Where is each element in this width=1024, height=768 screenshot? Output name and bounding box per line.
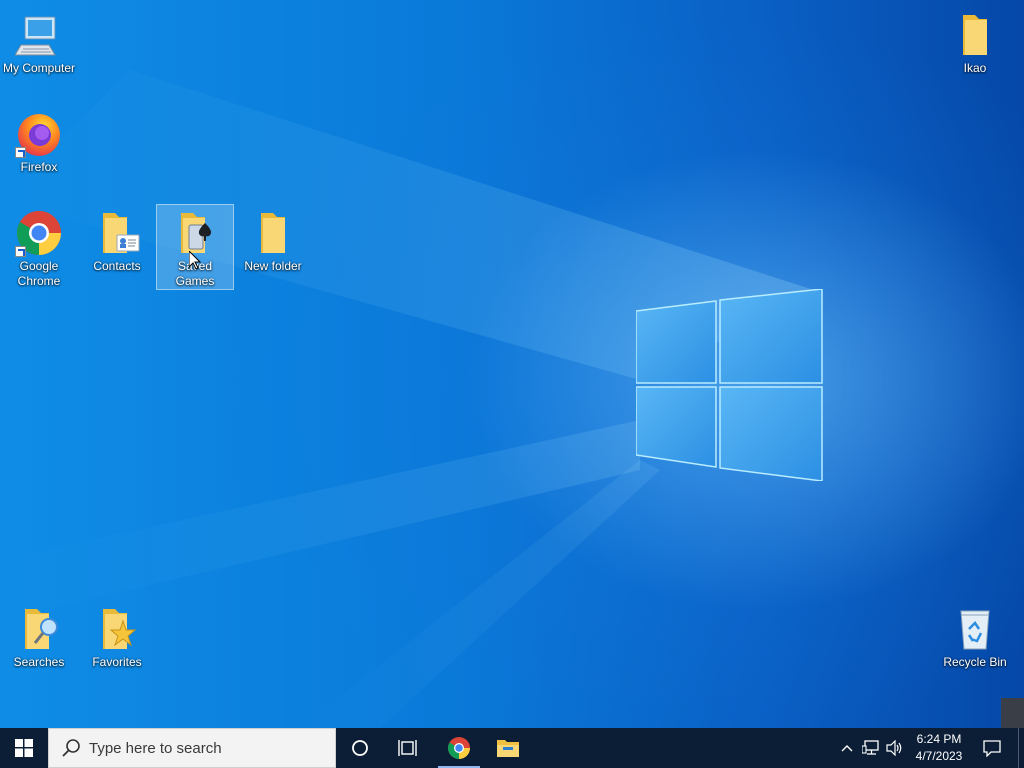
- notification-icon: [983, 740, 1001, 757]
- computer-icon: [14, 11, 63, 59]
- show-desktop-button[interactable]: [1018, 728, 1024, 768]
- shortcut-arrow-icon: [15, 147, 26, 158]
- mouse-cursor-icon: [189, 251, 201, 270]
- contacts-folder-icon: [93, 209, 141, 257]
- network-button[interactable]: [860, 728, 882, 768]
- desktop-icon-recycle-bin[interactable]: Recycle Bin: [936, 600, 1014, 671]
- network-icon: [862, 740, 879, 755]
- chrome-icon: [15, 209, 63, 257]
- cortana-icon: [352, 740, 368, 756]
- task-view-button[interactable]: [388, 728, 428, 768]
- taskbar-search-box[interactable]: Type here to search: [48, 728, 336, 768]
- desktop-icon-ikao[interactable]: Ikao: [936, 6, 1014, 77]
- folder-icon: [951, 11, 999, 59]
- desktop-icon-favorites[interactable]: Favorites: [78, 600, 156, 671]
- firefox-icon: [15, 110, 63, 158]
- desktop-icon-label: Firefox: [20, 160, 58, 174]
- desktop-icon-saved-games[interactable]: Saved Games: [156, 204, 234, 290]
- clock-time: 6:24 PM: [916, 732, 962, 746]
- chevron-up-icon: [841, 745, 853, 752]
- clock-date: 4/7/2023: [915, 749, 963, 763]
- start-icon: [15, 739, 33, 757]
- volume-icon: [886, 740, 902, 756]
- search-placeholder: Type here to search: [89, 739, 222, 757]
- file-explorer-icon: [497, 740, 519, 757]
- desktop-icon-contacts[interactable]: Contacts: [78, 204, 156, 275]
- desktop[interactable]: My Computer Firefox Google Chrome Contac…: [0, 0, 1024, 728]
- chrome-icon: [448, 737, 470, 759]
- windows-logo-wallpaper: [636, 289, 823, 481]
- recycle-bin-icon: [951, 605, 999, 653]
- taskbar-file-explorer-button[interactable]: [486, 728, 530, 768]
- volume-button[interactable]: [884, 728, 906, 768]
- desktop-icon-label: Contacts: [93, 259, 141, 273]
- cortana-button[interactable]: [340, 728, 380, 768]
- desktop-icon-label: My Computer: [2, 61, 76, 75]
- saved-games-folder-icon: [171, 209, 219, 257]
- desktop-icon-my-computer[interactable]: My Computer: [0, 6, 78, 77]
- show-hidden-icons-button[interactable]: [838, 728, 856, 768]
- search-icon: [62, 739, 80, 757]
- start-button[interactable]: [0, 728, 48, 768]
- folder-icon: [249, 209, 297, 257]
- desktop-icon-searches[interactable]: Searches: [0, 600, 78, 671]
- task-view-icon: [398, 740, 417, 756]
- desktop-icon-label: Searches: [13, 655, 65, 669]
- desktop-icon-new-folder[interactable]: New folder: [234, 204, 312, 275]
- shortcut-arrow-icon: [15, 246, 26, 257]
- desktop-icon-label: New folder: [244, 259, 302, 273]
- desktop-icon-google-chrome[interactable]: Google Chrome: [0, 204, 78, 290]
- taskbar-clock[interactable]: 6:24 PM 4/7/2023: [906, 728, 972, 768]
- side-panel-tab[interactable]: [1001, 698, 1024, 728]
- action-center-button[interactable]: [976, 728, 1008, 768]
- taskbar: Type here to search 6:24 PM 4/7/2023: [0, 728, 1024, 768]
- searches-folder-icon: [15, 605, 63, 653]
- desktop-icon-label: Google Chrome: [17, 259, 61, 288]
- desktop-icon-firefox[interactable]: Firefox: [0, 105, 78, 176]
- favorites-folder-icon: [93, 605, 141, 653]
- taskbar-chrome-button[interactable]: [438, 728, 480, 768]
- desktop-icon-label: Favorites: [92, 655, 142, 669]
- desktop-icon-label: Recycle Bin: [943, 655, 1007, 669]
- desktop-icon-label: Ikao: [963, 61, 987, 75]
